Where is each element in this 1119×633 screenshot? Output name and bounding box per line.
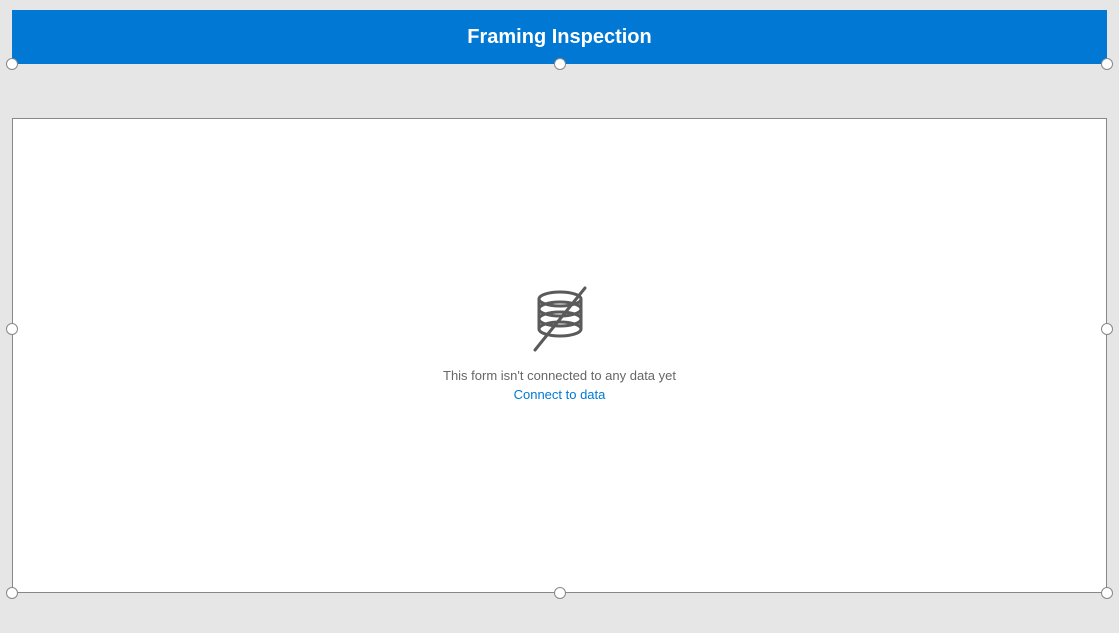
- connect-to-data-link[interactable]: Connect to data: [514, 387, 606, 402]
- form-selection-wrapper[interactable]: This form isn't connected to any data ye…: [12, 64, 1107, 593]
- resize-handle-top[interactable]: [554, 58, 566, 70]
- resize-handle-bottom-right[interactable]: [1101, 587, 1113, 599]
- resize-handle-right[interactable]: [1101, 323, 1113, 335]
- form-title-bar: Framing Inspection: [12, 10, 1107, 64]
- empty-state-message: This form isn't connected to any data ye…: [443, 368, 676, 383]
- resize-handle-bottom-left[interactable]: [6, 587, 18, 599]
- resize-handle-top-right[interactable]: [1101, 58, 1113, 70]
- empty-state: This form isn't connected to any data ye…: [443, 280, 676, 402]
- form-body[interactable]: This form isn't connected to any data ye…: [12, 118, 1107, 593]
- resize-handle-top-left[interactable]: [6, 58, 18, 70]
- canvas-area: Framing Inspection: [12, 10, 1107, 593]
- resize-handle-bottom[interactable]: [554, 587, 566, 599]
- resize-handle-left[interactable]: [6, 323, 18, 335]
- database-disconnected-icon: [520, 280, 600, 360]
- form-title: Framing Inspection: [467, 26, 651, 49]
